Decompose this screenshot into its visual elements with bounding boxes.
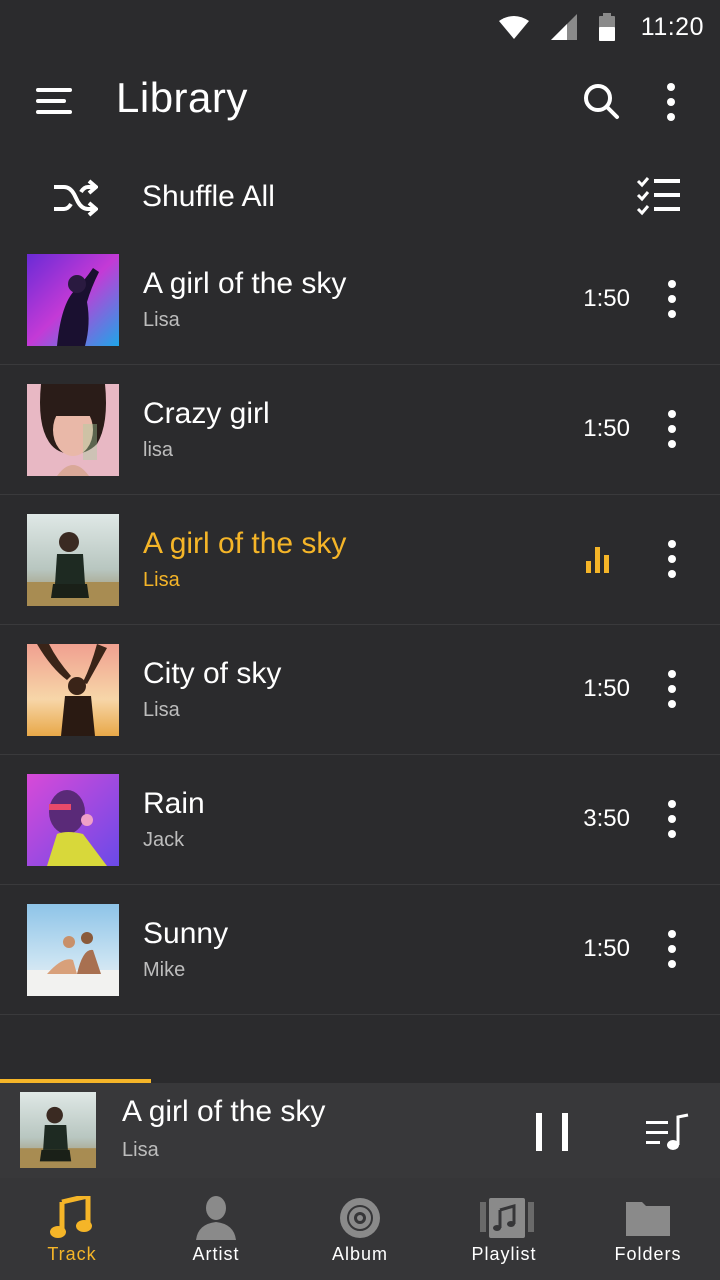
person-icon: [192, 1196, 240, 1240]
shuffle-icon: [52, 178, 100, 218]
more-vertical-icon[interactable]: [660, 279, 684, 319]
equalizer-icon: [586, 547, 610, 573]
queue-music-icon[interactable]: [644, 1113, 690, 1153]
album-art: [27, 774, 119, 866]
more-vertical-icon[interactable]: [660, 409, 684, 449]
more-vertical-icon[interactable]: [660, 799, 684, 839]
album-art: [27, 514, 119, 606]
page-title: Library: [116, 74, 248, 121]
more-vertical-icon[interactable]: [660, 669, 684, 709]
nav-item-artist[interactable]: Artist: [144, 1178, 288, 1280]
track-title: A girl of the sky: [143, 267, 347, 300]
cellular-signal-icon: [550, 14, 577, 40]
more-vertical-icon[interactable]: [660, 82, 682, 122]
track-row[interactable]: Crazy girl lisa 1:50: [0, 365, 720, 495]
now-playing-title: A girl of the sky: [122, 1095, 326, 1128]
track-artist: Lisa: [143, 569, 180, 591]
disc-icon: [336, 1196, 384, 1240]
track-duration: 3:50: [583, 805, 630, 832]
mini-player[interactable]: A girl of the sky Lisa: [0, 1083, 720, 1178]
track-title: Rain: [143, 787, 205, 820]
track-title: Sunny: [143, 917, 229, 950]
track-duration: 1:50: [583, 935, 630, 962]
track-artist: Lisa: [143, 699, 180, 721]
pause-icon[interactable]: [532, 1113, 572, 1151]
track-artist: Lisa: [143, 309, 180, 331]
track-duration: 1:50: [583, 285, 630, 312]
checklist-icon[interactable]: [636, 176, 682, 216]
track-duration: 1:50: [583, 675, 630, 702]
search-icon[interactable]: [582, 82, 620, 120]
bottom-navigation: Track Artist Album Playlist Folders: [0, 1178, 720, 1280]
track-title: A girl of the sky: [143, 527, 347, 560]
music-note-icon: [48, 1192, 96, 1240]
more-vertical-icon[interactable]: [660, 929, 684, 969]
track-row[interactable]: Sunny Mike 1:50: [0, 885, 720, 1015]
track-row[interactable]: A girl of the sky Lisa 1:50: [0, 235, 720, 365]
playlist-icon: [480, 1196, 534, 1240]
track-title: City of sky: [143, 657, 282, 690]
nav-label: Track: [47, 1244, 97, 1264]
nav-item-album[interactable]: Album: [288, 1178, 432, 1280]
wifi-icon: [498, 15, 529, 39]
album-art: [27, 904, 119, 996]
status-bar: 11:20: [0, 0, 720, 54]
now-playing-artist: Lisa: [122, 1139, 159, 1161]
album-art: [27, 384, 119, 476]
status-time: 11:20: [640, 12, 704, 41]
track-duration: 1:50: [583, 415, 630, 442]
album-art: [27, 254, 119, 346]
track-artist: Jack: [143, 829, 185, 851]
nav-item-folders[interactable]: Folders: [576, 1178, 720, 1280]
now-playing-album-art: [20, 1092, 96, 1168]
shuffle-all-label: Shuffle All: [142, 180, 275, 213]
battery-icon: [598, 13, 615, 41]
nav-item-track[interactable]: Track: [0, 1178, 144, 1280]
track-list: A girl of the sky Lisa 1:50 Crazy girl l…: [0, 235, 720, 1015]
album-art: [27, 644, 119, 736]
track-title: Crazy girl: [143, 397, 270, 430]
shuffle-all-button[interactable]: Shuffle All: [0, 162, 720, 234]
nav-label: Folders: [614, 1244, 682, 1264]
menu-icon[interactable]: [34, 86, 74, 118]
track-row-now-playing[interactable]: A girl of the sky Lisa: [0, 495, 720, 625]
track-artist: lisa: [143, 439, 174, 461]
folder-icon: [624, 1196, 672, 1240]
track-row[interactable]: City of sky Lisa 1:50: [0, 625, 720, 755]
nav-label: Playlist: [471, 1244, 537, 1264]
more-vertical-icon[interactable]: [660, 539, 684, 579]
track-artist: Mike: [143, 959, 186, 981]
track-row[interactable]: Rain Jack 3:50: [0, 755, 720, 885]
nav-label: Artist: [192, 1244, 240, 1264]
nav-label: Album: [331, 1244, 389, 1264]
app-bar: Library: [0, 60, 720, 142]
nav-item-playlist[interactable]: Playlist: [432, 1178, 576, 1280]
